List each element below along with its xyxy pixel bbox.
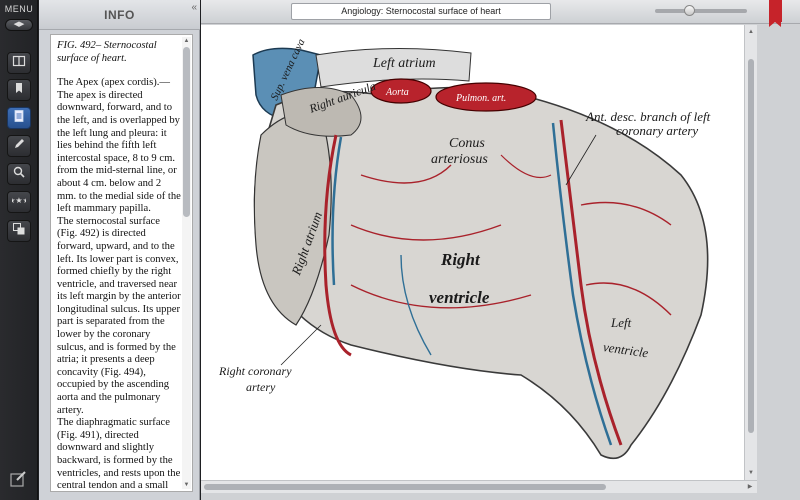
- info-scrollbar[interactable]: ▲ ▼: [182, 37, 191, 489]
- image-viewer: Angiology: Sternocostal surface of heart: [201, 0, 800, 500]
- viewer-topbar: Angiology: Sternocostal surface of heart: [201, 0, 800, 27]
- figure-caption: FIG. 492– Sternocostal surface of heart.: [57, 40, 157, 64]
- stars-icon: ★★★: [8, 193, 30, 212]
- label-left-atrium: Left atrium: [372, 56, 436, 71]
- image-title-field: Angiology: Sternocostal surface of heart: [291, 3, 551, 20]
- scroll-up-icon[interactable]: ▲: [182, 37, 191, 45]
- label-pulmon-art: Pulmon. art.: [455, 93, 506, 104]
- translate-icon: [12, 222, 26, 241]
- label-aorta: Aorta: [385, 87, 409, 98]
- illustration-canvas[interactable]: Sup. vena cava Left atrium Aorta Pulmon.…: [201, 25, 744, 480]
- left-toolbar: MENU ◀▶ ★★: [0, 0, 38, 500]
- horizontal-scroll-thumb[interactable]: [204, 484, 606, 490]
- scroll-right-icon[interactable]: ▶: [745, 481, 755, 493]
- translate-button[interactable]: [7, 220, 31, 242]
- info-panel: INFO « FIG. 492– Sternocostal surface of…: [39, 0, 200, 500]
- search-button[interactable]: [7, 163, 31, 185]
- app-window: MENU ◀▶ ★★: [0, 0, 800, 500]
- label-conus: Conus: [449, 136, 485, 151]
- viewer-bottom-edge: [201, 493, 800, 500]
- bookmark-ribbon-icon[interactable]: [769, 0, 782, 27]
- scroll-down-icon[interactable]: ▼: [745, 468, 757, 478]
- heart-illustration: Sup. vena cava Left atrium Aorta Pulmon.…: [218, 37, 711, 460]
- vertical-scroll-thumb[interactable]: [748, 59, 754, 433]
- label-arteriosus: arteriosus: [431, 152, 488, 167]
- info-document-icon: [12, 109, 26, 128]
- label-left-ventricle-1: Left: [610, 315, 632, 330]
- bookmark-icon: [12, 81, 26, 100]
- vertical-scrollbar[interactable]: ▲ ▼: [744, 25, 757, 480]
- label-ant-desc-2: coronary artery: [616, 123, 698, 138]
- external-edit-button[interactable]: [8, 470, 28, 488]
- info-paragraph: The diaphragmatic surface (Fig. 491), di…: [57, 417, 181, 492]
- label-right-ventricle-2: ventricle: [429, 288, 490, 307]
- info-panel-title: INFO: [104, 8, 135, 22]
- menu-label[interactable]: MENU: [0, 4, 38, 14]
- scroll-down-icon[interactable]: ▼: [182, 481, 191, 489]
- label-rca-2: artery: [246, 380, 276, 394]
- horizontal-scrollbar[interactable]: ◀ ▶: [201, 480, 757, 493]
- info-paragraph: The sternocostal surface (Fig. 492) is d…: [57, 215, 181, 416]
- scroll-up-icon[interactable]: ▲: [745, 27, 757, 37]
- external-edit-icon: [8, 471, 28, 492]
- svg-text:★★★: ★★★: [12, 196, 26, 205]
- info-text: FIG. 492– Sternocostal surface of heart.…: [57, 40, 182, 492]
- search-icon: [12, 165, 26, 184]
- info-button[interactable]: [7, 107, 31, 129]
- zoom-slider[interactable]: [655, 5, 747, 16]
- book-icon: [12, 54, 26, 73]
- info-paragraph: The Apex (apex cordis).— The apex is dir…: [57, 77, 181, 215]
- pencil-icon: [12, 137, 26, 156]
- info-panel-header: INFO «: [39, 0, 200, 30]
- collapse-panel-button[interactable]: «: [191, 2, 197, 13]
- favorites-button[interactable]: ★★★: [7, 191, 31, 213]
- info-text-box: FIG. 492– Sternocostal surface of heart.…: [50, 34, 193, 492]
- book-button[interactable]: [7, 52, 31, 74]
- label-rca-1: Right coronary: [218, 364, 292, 378]
- menu-toggle-button[interactable]: ◀▶: [5, 19, 33, 31]
- label-right-ventricle-1: Right: [440, 250, 481, 269]
- bookmark-button[interactable]: [7, 79, 31, 101]
- zoom-slider-knob[interactable]: [684, 5, 696, 16]
- annotate-button[interactable]: [7, 135, 31, 157]
- label-ant-desc-1: Ant. desc. branch of left: [585, 109, 711, 124]
- info-scroll-thumb[interactable]: [183, 47, 190, 217]
